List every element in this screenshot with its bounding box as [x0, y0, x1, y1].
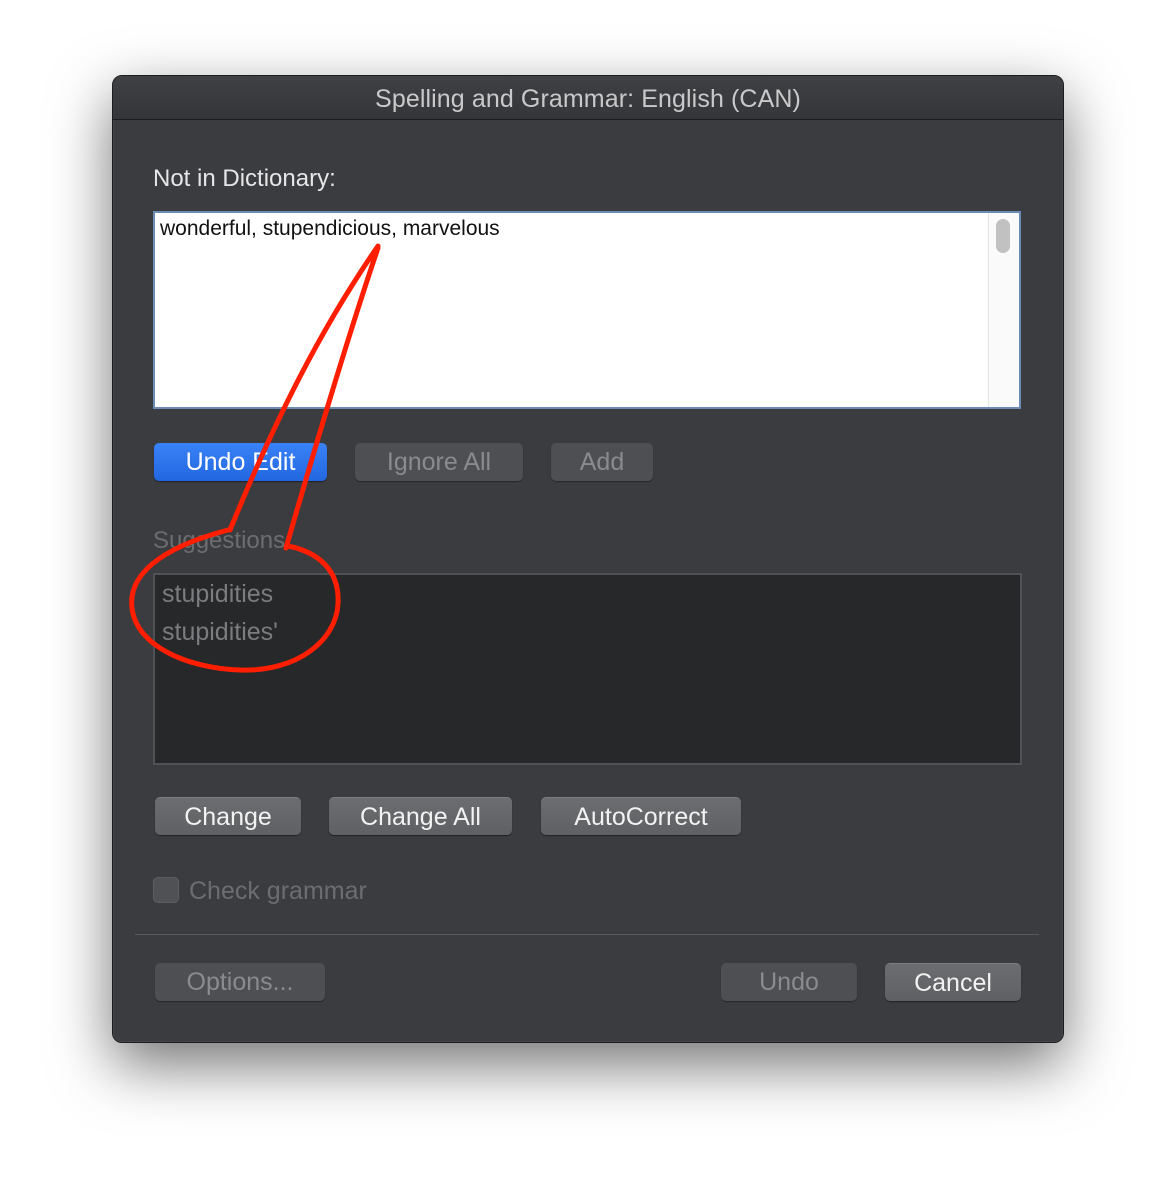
ignore-all-button[interactable]: Ignore All: [355, 443, 523, 481]
not-in-dictionary-text[interactable]: wonderful, stupendicious, marvelous: [160, 217, 500, 241]
scrollbar-thumb[interactable]: [996, 219, 1010, 253]
check-grammar-checkbox[interactable]: [153, 877, 179, 903]
change-all-button[interactable]: Change All: [329, 797, 512, 835]
title-bar[interactable]: Spelling and Grammar: English (CAN): [113, 76, 1063, 120]
add-button[interactable]: Add: [551, 443, 653, 481]
undo-button[interactable]: Undo: [721, 963, 857, 1001]
options-button[interactable]: Options...: [155, 963, 325, 1001]
suggestion-item[interactable]: stupidities': [162, 618, 278, 647]
check-grammar-label[interactable]: Check grammar: [189, 877, 367, 906]
text-area-scrollbar[interactable]: [988, 213, 1019, 407]
spelling-grammar-dialog: Spelling and Grammar: English (CAN) Not …: [112, 75, 1064, 1043]
suggestions-label: Suggestions:: [153, 527, 292, 554]
footer-divider: [135, 934, 1039, 935]
window-title: Spelling and Grammar: English (CAN): [375, 85, 801, 113]
suggestion-item[interactable]: stupidities: [162, 580, 273, 609]
cancel-button[interactable]: Cancel: [885, 963, 1021, 1001]
not-in-dictionary-label: Not in Dictionary:: [153, 165, 336, 192]
not-in-dictionary-text-area[interactable]: wonderful, stupendicious, marvelous: [153, 211, 1021, 409]
autocorrect-button[interactable]: AutoCorrect: [541, 797, 741, 835]
suggestion-list[interactable]: stupidities stupidities': [153, 573, 1022, 765]
undo-edit-button[interactable]: Undo Edit: [154, 443, 327, 481]
change-button[interactable]: Change: [155, 797, 301, 835]
